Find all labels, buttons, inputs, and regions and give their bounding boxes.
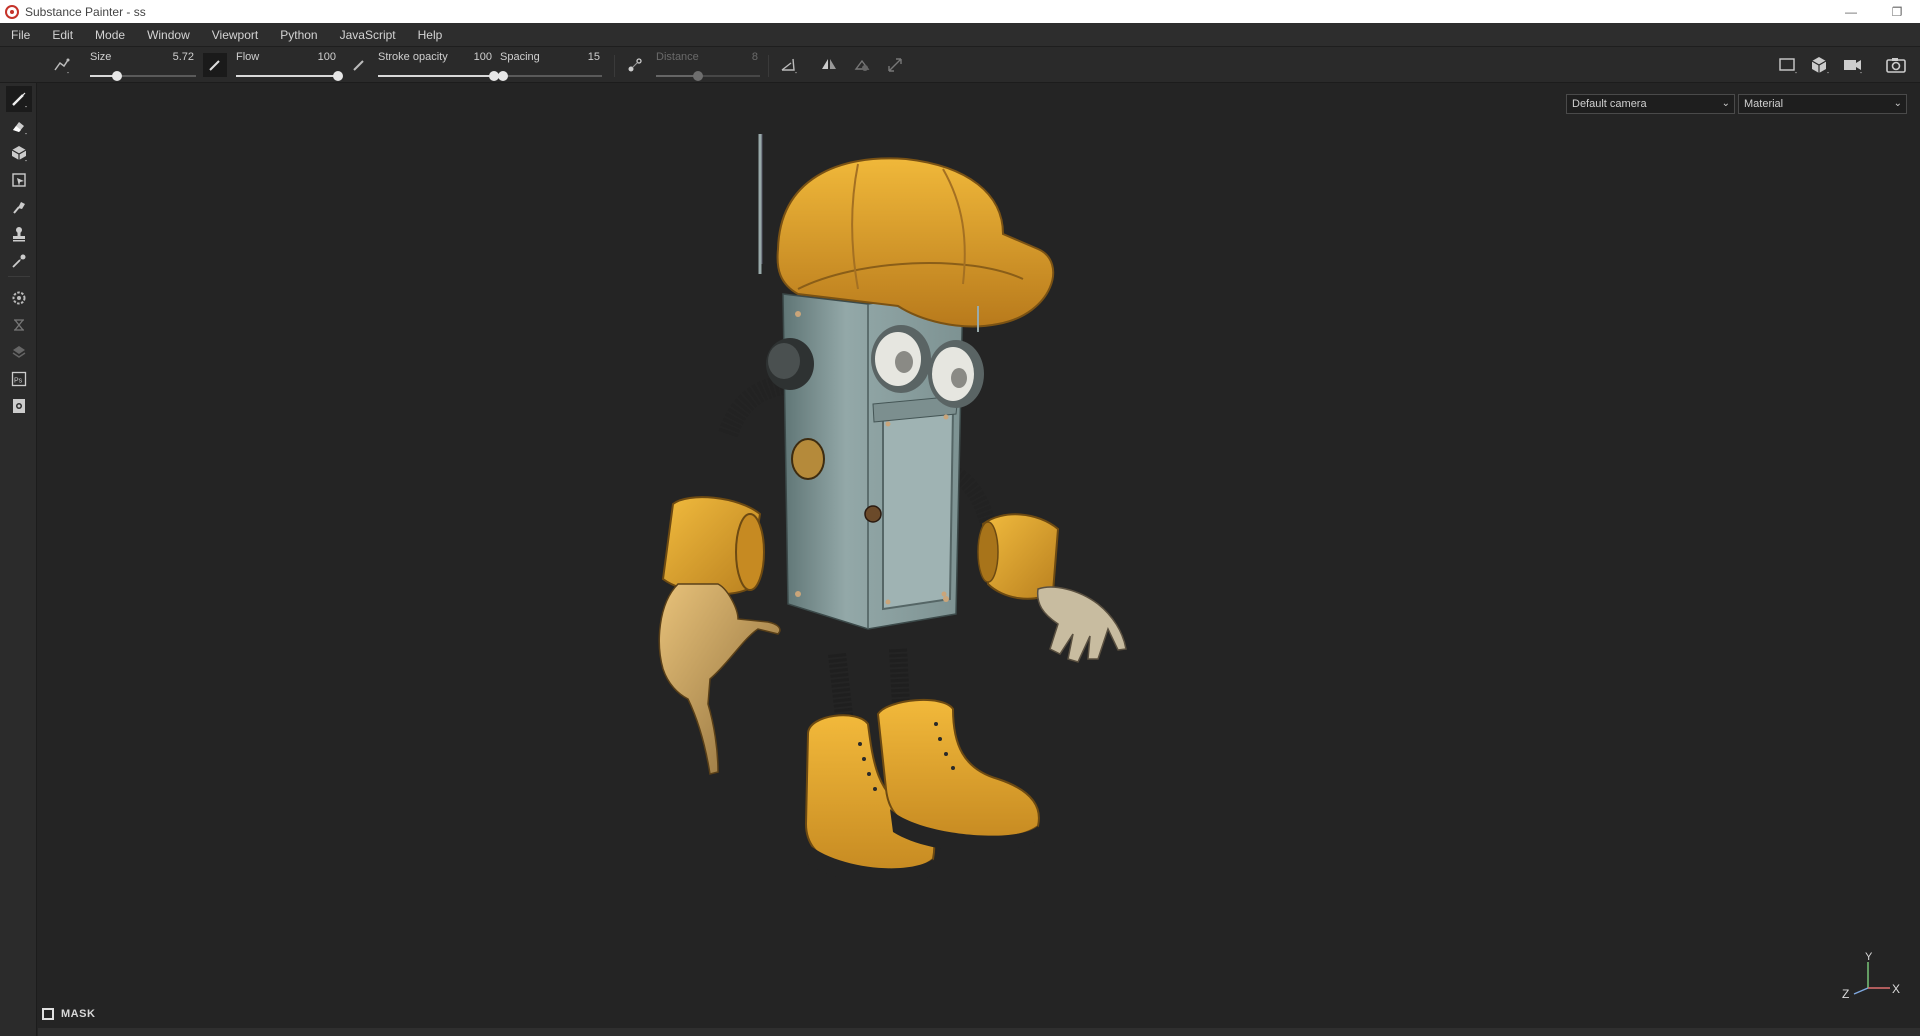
menu-mode[interactable]: Mode [84,23,136,47]
mask-checkbox-icon[interactable] [42,1008,54,1020]
distance-fill [656,75,698,77]
menu-file[interactable]: File [0,23,41,47]
distance-label: Distance [656,51,699,63]
sidebar-separator [8,276,30,277]
size-slider[interactable]: Size 5.72 [90,49,196,83]
3d-viewport[interactable]: Default camera ⌄ Material ⌄ Y X Z MASK [38,84,1920,1028]
flow-value[interactable]: 100 [318,51,336,63]
spacing-value[interactable]: 15 [588,51,600,63]
mask-indicator[interactable]: MASK [42,1008,95,1020]
menu-javascript[interactable]: JavaScript [329,23,407,47]
distance-value[interactable]: 8 [752,51,758,63]
transform-icon[interactable] [883,53,907,77]
texture-set-icon[interactable] [6,339,32,365]
eraser-icon[interactable] [6,113,32,139]
stroke-opacity-label: Stroke opacity [378,51,448,63]
distance-knob[interactable] [692,71,703,81]
line-angle-icon[interactable] [777,53,801,77]
title-bar: Substance Painter - ss — ❐ [0,0,1920,23]
symmetry-icon[interactable] [817,53,841,77]
photoshop-export-icon[interactable]: Ps [6,366,32,392]
flow-slider[interactable]: Flow 100 [236,49,343,83]
3d-cube-view-icon[interactable] [1808,53,1832,77]
flow-pressure-icon[interactable] [203,53,227,77]
flow-fill [236,75,338,77]
lazy-mouse-icon[interactable] [623,53,647,77]
projection-icon[interactable] [6,140,32,166]
size-knob[interactable] [111,71,122,81]
dynamic-stroke-icon[interactable] [850,53,874,77]
clone-stamp-icon[interactable] [6,221,32,247]
axis-x-label: X [1892,982,1900,996]
menu-help[interactable]: Help [407,23,454,47]
axis-z-label: Z [1842,987,1849,1001]
bake-icon[interactable] [6,312,32,338]
polygon-fill-icon[interactable] [6,167,32,193]
menu-viewport[interactable]: Viewport [201,23,269,47]
axis-gizmo: Y X Z [1842,952,1900,1001]
stroke-opacity-value[interactable]: 100 [474,51,492,63]
restore-button[interactable]: ❐ [1874,0,1920,23]
svg-text:Ps: Ps [14,378,23,385]
size-value[interactable]: 5.72 [173,51,194,63]
2d-view-icon[interactable] [1776,53,1800,77]
camera-icon[interactable] [1841,53,1865,77]
axis-y-label: Y [1865,952,1873,963]
size-label: Size [90,51,112,63]
flow-knob[interactable] [333,71,343,81]
smudge-icon[interactable] [6,194,32,220]
screenshot-icon[interactable] [1884,53,1908,77]
substance-painter-logo-icon [5,4,19,19]
brush-preset-icon[interactable] [50,53,74,77]
mask-label: MASK [61,1008,96,1020]
menu-python[interactable]: Python [269,23,328,47]
export-icon[interactable] [6,393,32,419]
menu-window[interactable]: Window [136,23,201,47]
distance-slider[interactable]: Distance 8 [656,49,760,83]
stroke-opacity-slider[interactable]: Stroke opacity 100 [378,49,499,83]
color-picker-icon[interactable] [6,248,32,274]
flow-label: Flow [236,51,260,63]
robot-3d-model[interactable] [38,84,1920,1028]
toolbar-separator [768,55,769,77]
opacity-pressure-icon[interactable] [347,53,371,77]
menu-edit[interactable]: Edit [41,23,84,47]
spacing-label: Spacing [500,51,540,63]
spacing-knob[interactable] [498,71,509,81]
window-title: Substance Painter - ss [25,4,146,19]
settings-gear-icon[interactable] [6,285,32,311]
bottom-status-strip [38,1028,1920,1036]
paint-brush-icon[interactable] [6,86,32,112]
tools-sidebar: Ps [0,83,37,1036]
stroke-opacity-fill [378,75,494,77]
toolbar-separator [614,55,615,77]
menu-bar: File Edit Mode Window Viewport Python Ja… [0,23,1920,47]
spacing-slider[interactable]: Spacing 15 [498,49,602,83]
minimize-button[interactable]: — [1828,0,1874,23]
tool-properties-bar: Size 5.72 Flow 100 Stroke opacity 100 Sp… [0,47,1920,83]
